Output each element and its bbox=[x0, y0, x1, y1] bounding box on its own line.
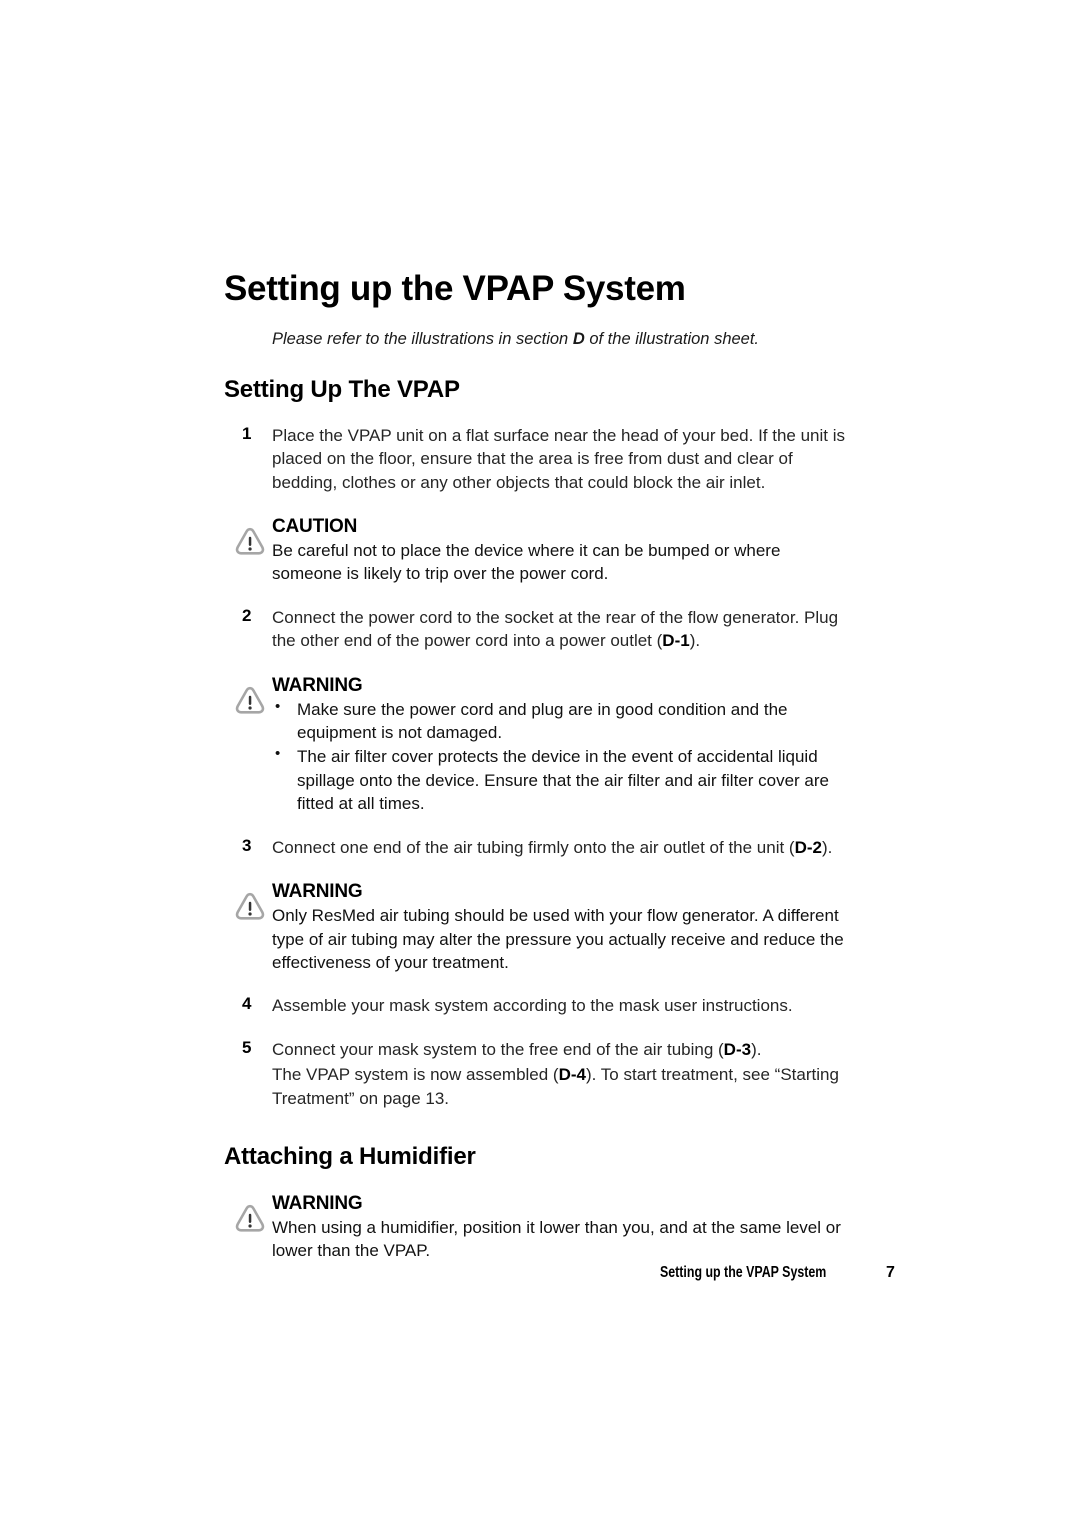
admonition-body: When using a humidifier, position it low… bbox=[272, 1217, 841, 1260]
subtitle-text-pre: Please refer to the illustrations in sec… bbox=[272, 329, 573, 348]
step-reference-label: D-1 bbox=[662, 631, 690, 651]
warning-triangle-icon bbox=[232, 1202, 268, 1236]
step-reference-label: D-3 bbox=[723, 1039, 752, 1059]
step-number: 4 bbox=[242, 994, 252, 1014]
heading-attaching-a-humidifier: Attaching a Humidifier bbox=[224, 1143, 476, 1171]
step-text: Connect your mask system to the free end… bbox=[272, 1038, 854, 1061]
step-item: 5 Connect your mask system to the free e… bbox=[224, 1038, 854, 1110]
warning-block-humidifier: WARNING When using a humidifier, positio… bbox=[224, 1193, 854, 1263]
step-number: 2 bbox=[242, 605, 252, 625]
warning-block-air-tubing: WARNING Only ResMed air tubing should be… bbox=[224, 881, 854, 974]
warning-triangle-icon bbox=[232, 684, 268, 718]
step-text: Assemble your mask system according to t… bbox=[272, 996, 793, 1016]
admonition-title: CAUTION bbox=[272, 516, 358, 538]
step-sub-pre: The VPAP system is now assembled ( bbox=[272, 1065, 559, 1085]
list-item-text: Make sure the power cord and plug are in… bbox=[297, 699, 788, 742]
step-text-pre: Connect one end of the air tubing firmly… bbox=[272, 837, 795, 857]
step-reference-label: D-2 bbox=[794, 837, 822, 857]
page-content: Setting up the VPAP System Please refer … bbox=[224, 269, 854, 1263]
subtitle-section-letter: D bbox=[572, 329, 585, 348]
page-subtitle: Please refer to the illustrations in sec… bbox=[272, 330, 854, 350]
step-reference-label: D-4 bbox=[558, 1065, 586, 1085]
step-text: Place the VPAP unit on a flat surface ne… bbox=[272, 425, 846, 492]
step-item: 1 Place the VPAP unit on a flat surface … bbox=[224, 424, 854, 494]
page-title: Setting up the VPAP System bbox=[224, 269, 686, 308]
admonition-body: Be careful not to place the device where… bbox=[272, 540, 781, 584]
bullet-marker: • bbox=[275, 697, 281, 715]
admonition-title: WARNING bbox=[272, 674, 363, 696]
admonition-body: Only ResMed air tubing should be used wi… bbox=[272, 906, 844, 973]
step-item: 4 Assemble your mask system according to… bbox=[224, 994, 854, 1017]
step-number: 3 bbox=[242, 835, 252, 855]
admonition-title: WARNING bbox=[272, 881, 363, 903]
document-page: Setting up the VPAP System Please refer … bbox=[0, 0, 1080, 1528]
warning-triangle-icon bbox=[232, 890, 268, 924]
warning-block-power-cord: WARNING • Make sure the power cord and pl… bbox=[224, 675, 854, 816]
step-text: Connect the power cord to the socket at … bbox=[272, 606, 854, 653]
heading-setting-up-the-vpap: Setting Up The VPAP bbox=[224, 376, 460, 404]
step-item: 3 Connect one end of the air tubing firm… bbox=[224, 836, 854, 859]
step-text-post: ). bbox=[751, 1039, 762, 1059]
list-item: • The air filter cover protects the devic… bbox=[272, 745, 854, 815]
list-item-text: The air filter cover protects the device… bbox=[297, 747, 830, 814]
list-item: • Make sure the power cord and plug are i… bbox=[272, 698, 854, 745]
page-footer: Setting up the VPAP System 7 bbox=[660, 1264, 920, 1282]
bullet-marker: • bbox=[275, 745, 281, 763]
admonition-bullet-list: • Make sure the power cord and plug are i… bbox=[272, 698, 854, 816]
step-item: 2 Connect the power cord to the socket a… bbox=[224, 606, 854, 653]
step-text-post: ). bbox=[822, 837, 833, 857]
footer-page-number: 7 bbox=[886, 1264, 895, 1281]
admonition-title: WARNING bbox=[272, 1192, 363, 1214]
step-text-pre: Connect the power cord to the socket at … bbox=[272, 607, 839, 651]
footer-title: Setting up the VPAP System bbox=[660, 1264, 827, 1281]
step-number: 1 bbox=[242, 423, 252, 443]
step-text-post: ). bbox=[689, 631, 701, 651]
subtitle-text-post: of the illustration sheet. bbox=[584, 329, 760, 348]
caution-block-power-cord: CAUTION Be careful not to place the devi… bbox=[224, 516, 854, 586]
step-text-pre: Connect your mask system to the free end… bbox=[272, 1039, 724, 1059]
step-text: Connect one end of the air tubing firmly… bbox=[272, 836, 854, 859]
step-continuation-text: The VPAP system is now assembled (D-4). … bbox=[272, 1063, 854, 1110]
warning-triangle-icon bbox=[232, 525, 268, 559]
step-number: 5 bbox=[242, 1037, 252, 1057]
